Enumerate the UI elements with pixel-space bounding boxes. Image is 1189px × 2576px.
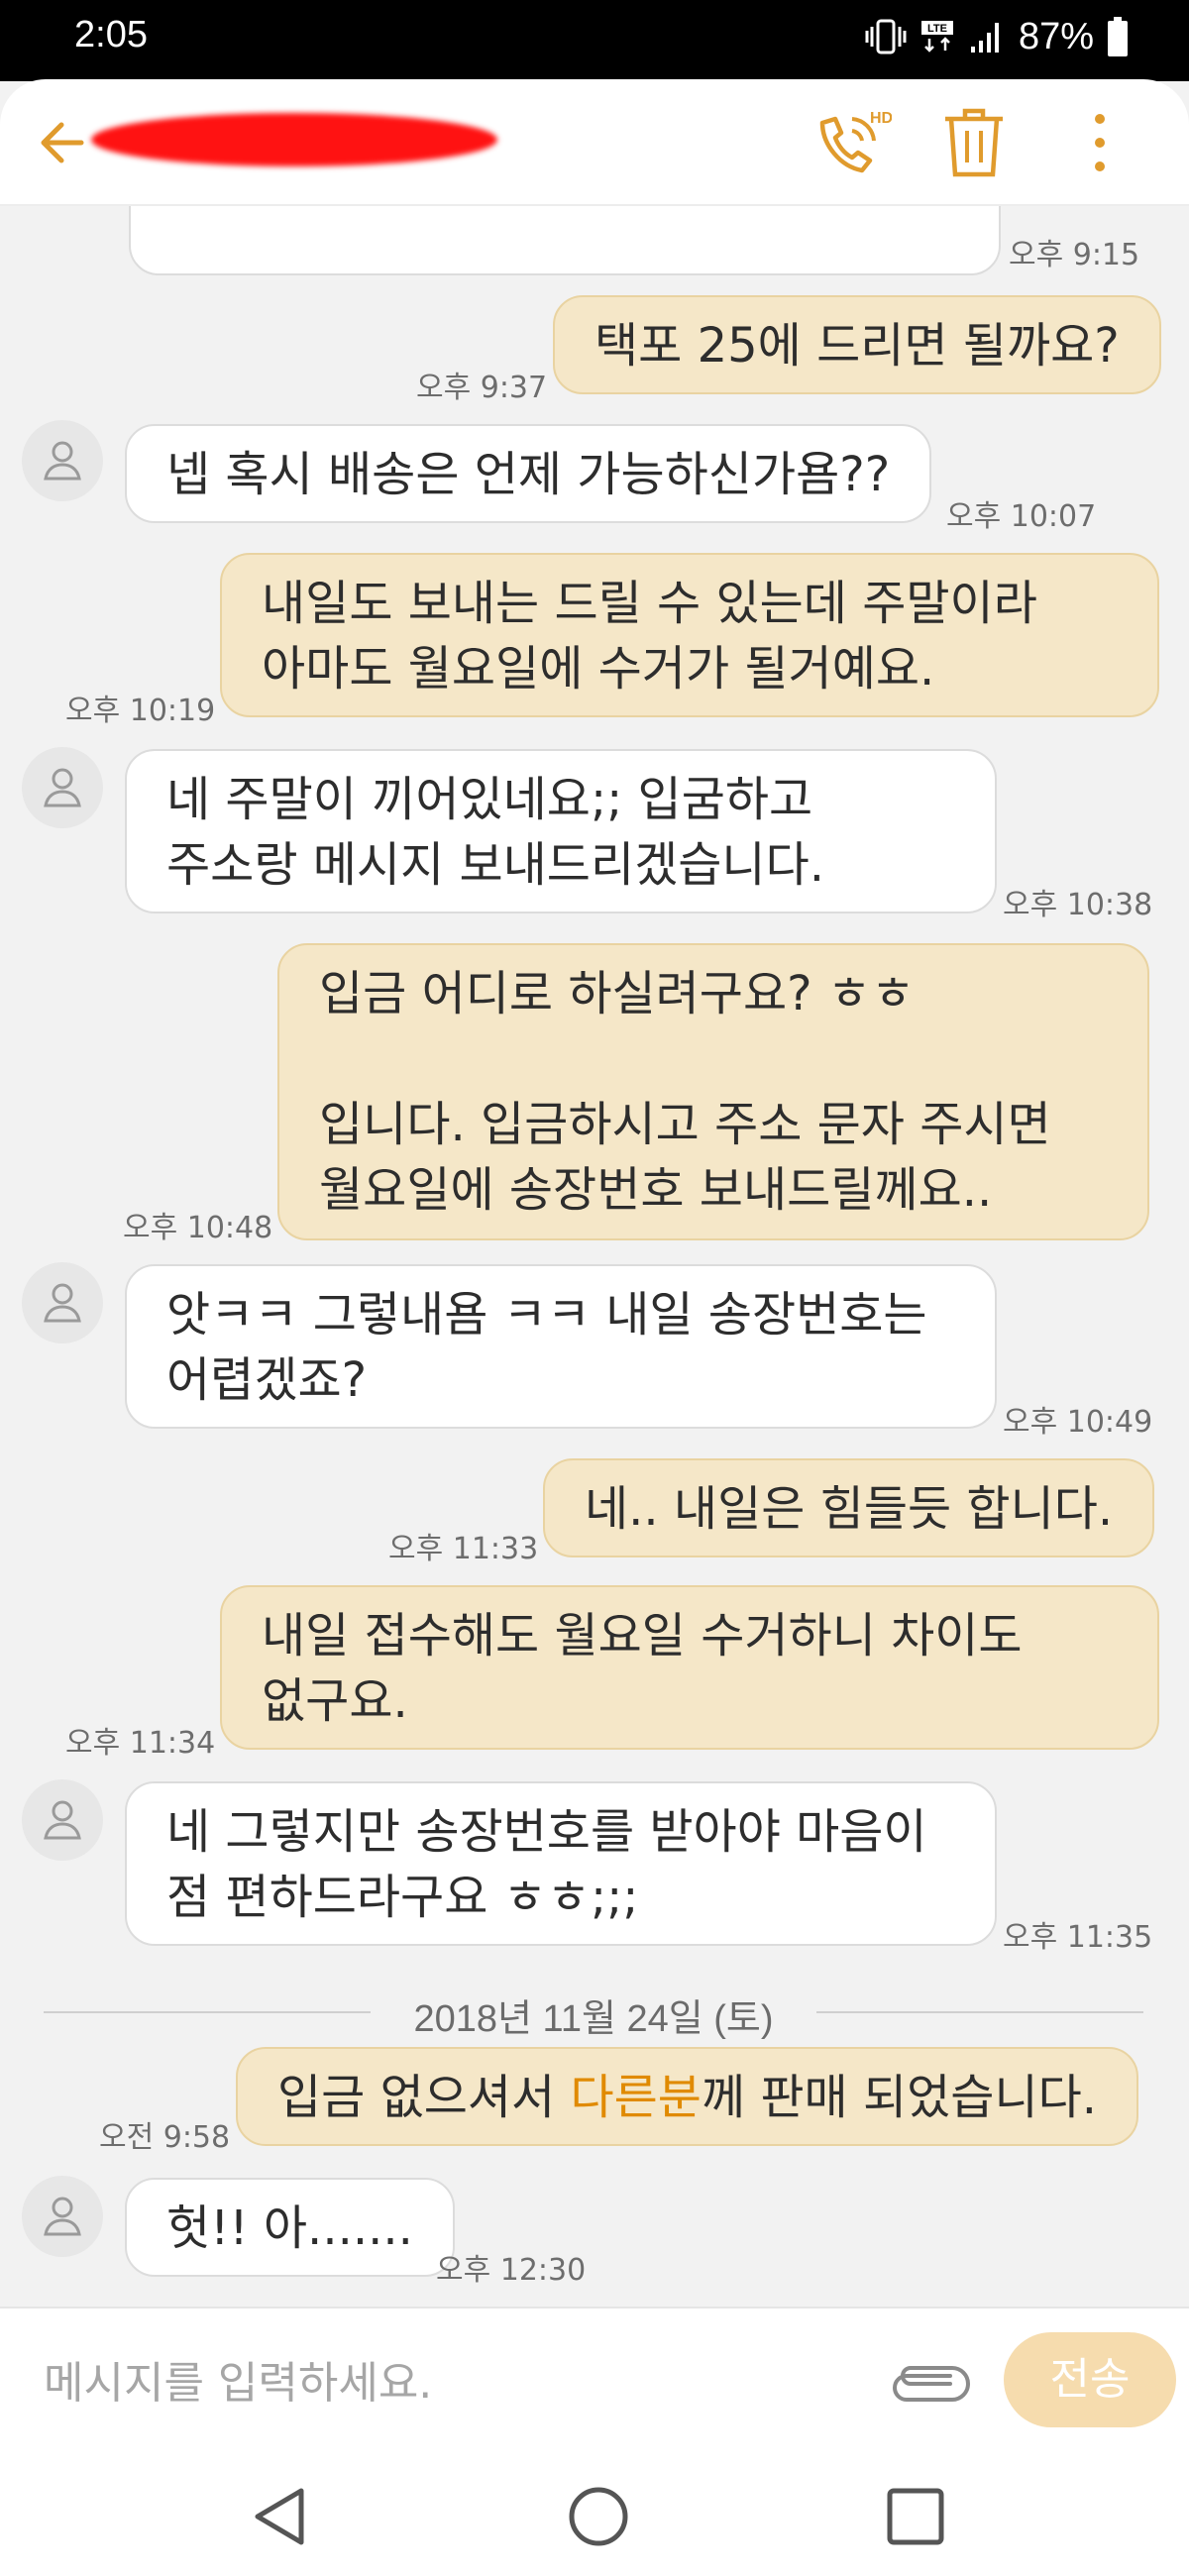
message-bubble-outgoing[interactable]: 택포 25에 드리면 될까요? — [553, 295, 1161, 394]
status-icons: LTE 87% — [864, 12, 1130, 61]
hd-call-icon[interactable]: HD — [812, 105, 892, 180]
message-bubble-outgoing[interactable]: 입금 없으셔서 다른분께 판매 되었습니다. — [236, 2047, 1139, 2146]
message-text: 아마도 월요일에 수거가 될거예요. — [262, 641, 935, 697]
message-time: 오후 11:34 — [65, 1726, 216, 1761]
lte-icon: LTE — [920, 21, 953, 53]
person-icon — [44, 1283, 81, 1323]
battery-icon — [1108, 17, 1128, 56]
message-bubble-outgoing[interactable]: 내일 접수해도 월요일 수거하니 차이도 없구요. — [220, 1585, 1159, 1750]
message-time: 오후 10:19 — [65, 694, 216, 728]
navigation-bar — [0, 2457, 1189, 2576]
message-bubble-outgoing[interactable]: 내일도 보내는 드릴 수 있는데 주말이라 아마도 월요일에 수거가 될거예요. — [220, 553, 1159, 717]
message-bubble-incoming[interactable]: 넵 혹시 배송은 언제 가능하신가욤?? — [125, 424, 932, 523]
message-time: 오후 10:49 — [1003, 1405, 1153, 1440]
message-text: 께 판매 되었습니다. — [701, 2070, 1098, 2125]
message-time: 오후 10:48 — [123, 1211, 273, 1245]
message-text: 어렵겠죠? — [166, 1352, 368, 1408]
message-text: 헛!! 아....... — [166, 2200, 413, 2256]
message-bubble-incoming[interactable]: 앗ㅋㅋ 그렇내욤 ㅋㅋ 내일 송장번호는 어렵겠죠? — [125, 1264, 997, 1429]
message-bubble-outgoing[interactable]: 네.. 내일은 힘들듯 합니다. — [543, 1458, 1155, 1557]
message-text: 네 주말이 끼어있네요;; 입굼하고 — [166, 772, 813, 827]
message-text: 점 편하드라구요 ㅎㅎ;;; — [166, 1870, 639, 1925]
attach-paperclip-icon[interactable] — [887, 2358, 970, 2410]
message-text: 택포 25에 드리면 될까요? — [594, 318, 1120, 374]
message-time: 오후 10:07 — [946, 499, 1097, 534]
send-button[interactable]: 전송 — [1004, 2332, 1176, 2427]
message-time: 오후 9:15 — [1009, 238, 1140, 272]
message-bubble-incoming[interactable]: 헛!! 아....... — [125, 2178, 455, 2277]
signal-icon — [970, 23, 999, 53]
person-icon — [44, 2197, 81, 2236]
conversation-header: HD — [0, 79, 1189, 206]
message-text: 입금 어디로 하실려구요? ㅎㅎ — [319, 966, 916, 1021]
more-options-icon[interactable] — [1080, 105, 1120, 180]
message-input[interactable] — [44, 2348, 856, 2417]
message-text: 네.. 내일은 힘들듯 합니다. — [585, 1481, 1114, 1537]
message-text: 입금 없으셔서 — [277, 2070, 571, 2125]
person-icon — [44, 441, 81, 481]
vibrate-icon — [865, 19, 907, 54]
message-text: 월요일에 송장번호 보내드릴께요.. — [319, 1162, 993, 1218]
message-bubble-outgoing[interactable]: 입금 어디로 하실려구요? ㅎㅎ 입니다. 입금하시고 주소 문자 주시면 월요… — [277, 943, 1149, 1240]
back-triangle-icon[interactable] — [244, 2477, 323, 2556]
person-icon — [44, 768, 81, 807]
message-composer: 전송 — [0, 2307, 1189, 2457]
status-time: 2:05 — [74, 14, 148, 55]
recent-apps-square-icon[interactable] — [876, 2477, 955, 2556]
contact-avatar[interactable] — [22, 1262, 103, 1343]
person-icon — [44, 1800, 81, 1840]
message-text: 입니다. 입금하시고 주소 문자 주시면 — [319, 1097, 1051, 1152]
message-bubble-incoming[interactable]: 네 그렇지만 송장번호를 받아야 마음이 점 편하드라구요 ㅎㅎ;;; — [125, 1781, 997, 1946]
message-bubble-incoming[interactable]: 네 주말이 끼어있네요;; 입굼하고 주소랑 메시지 보내드리겠습니다. — [125, 749, 997, 913]
contact-avatar[interactable] — [22, 420, 103, 501]
contact-avatar[interactable] — [22, 747, 103, 828]
date-separator-label: 2018년 11월 24일 (토) — [413, 1998, 774, 2040]
hd-label: HD — [870, 110, 892, 127]
battery-percent: 87% — [1018, 15, 1094, 57]
date-separator: 2018년 11월 24일 (토) — [44, 1982, 1143, 2041]
message-text-redacted — [319, 1026, 1108, 1092]
message-text: 주소랑 메시지 보내드리겠습니다. — [166, 837, 825, 893]
home-circle-icon[interactable] — [559, 2477, 638, 2556]
delete-trash-icon[interactable] — [941, 105, 1007, 180]
message-time: 오전 9:58 — [99, 2120, 231, 2155]
message-list[interactable]: 오후 9:15 오후 9:37 택포 25에 드리면 될까요? 넵 혹시 배송은… — [0, 206, 1189, 2307]
message-time: 오후 9:37 — [416, 371, 548, 405]
message-text: 내일도 보내는 드릴 수 있는데 주말이라 — [262, 576, 1037, 631]
message-time: 오후 12:30 — [436, 2253, 587, 2288]
svg-text:LTE: LTE — [927, 23, 947, 35]
message-text: 없구요. — [262, 1673, 408, 1729]
message-time: 오후 10:38 — [1003, 888, 1153, 922]
contact-avatar[interactable] — [22, 1779, 103, 1861]
message-bubble-incoming[interactable] — [129, 206, 1001, 275]
message-text: 네 그렇지만 송장번호를 받아야 마음이 — [166, 1804, 927, 1860]
message-time: 오후 11:35 — [1003, 1920, 1153, 1955]
contact-avatar[interactable] — [22, 2176, 103, 2257]
message-text: 내일 접수해도 월요일 수거하니 차이도 — [262, 1608, 1023, 1664]
message-text: 넵 혹시 배송은 언제 가능하신가욤?? — [166, 447, 891, 502]
status-bar: 2:05 LTE 87% — [0, 0, 1189, 81]
highlighted-text[interactable]: 다른분 — [570, 2070, 701, 2125]
message-text: 앗ㅋㅋ 그렇내욤 ㅋㅋ 내일 송장번호는 — [166, 1287, 927, 1342]
contact-name-redacted — [87, 109, 503, 170]
message-time: 오후 11:33 — [388, 1532, 539, 1566]
